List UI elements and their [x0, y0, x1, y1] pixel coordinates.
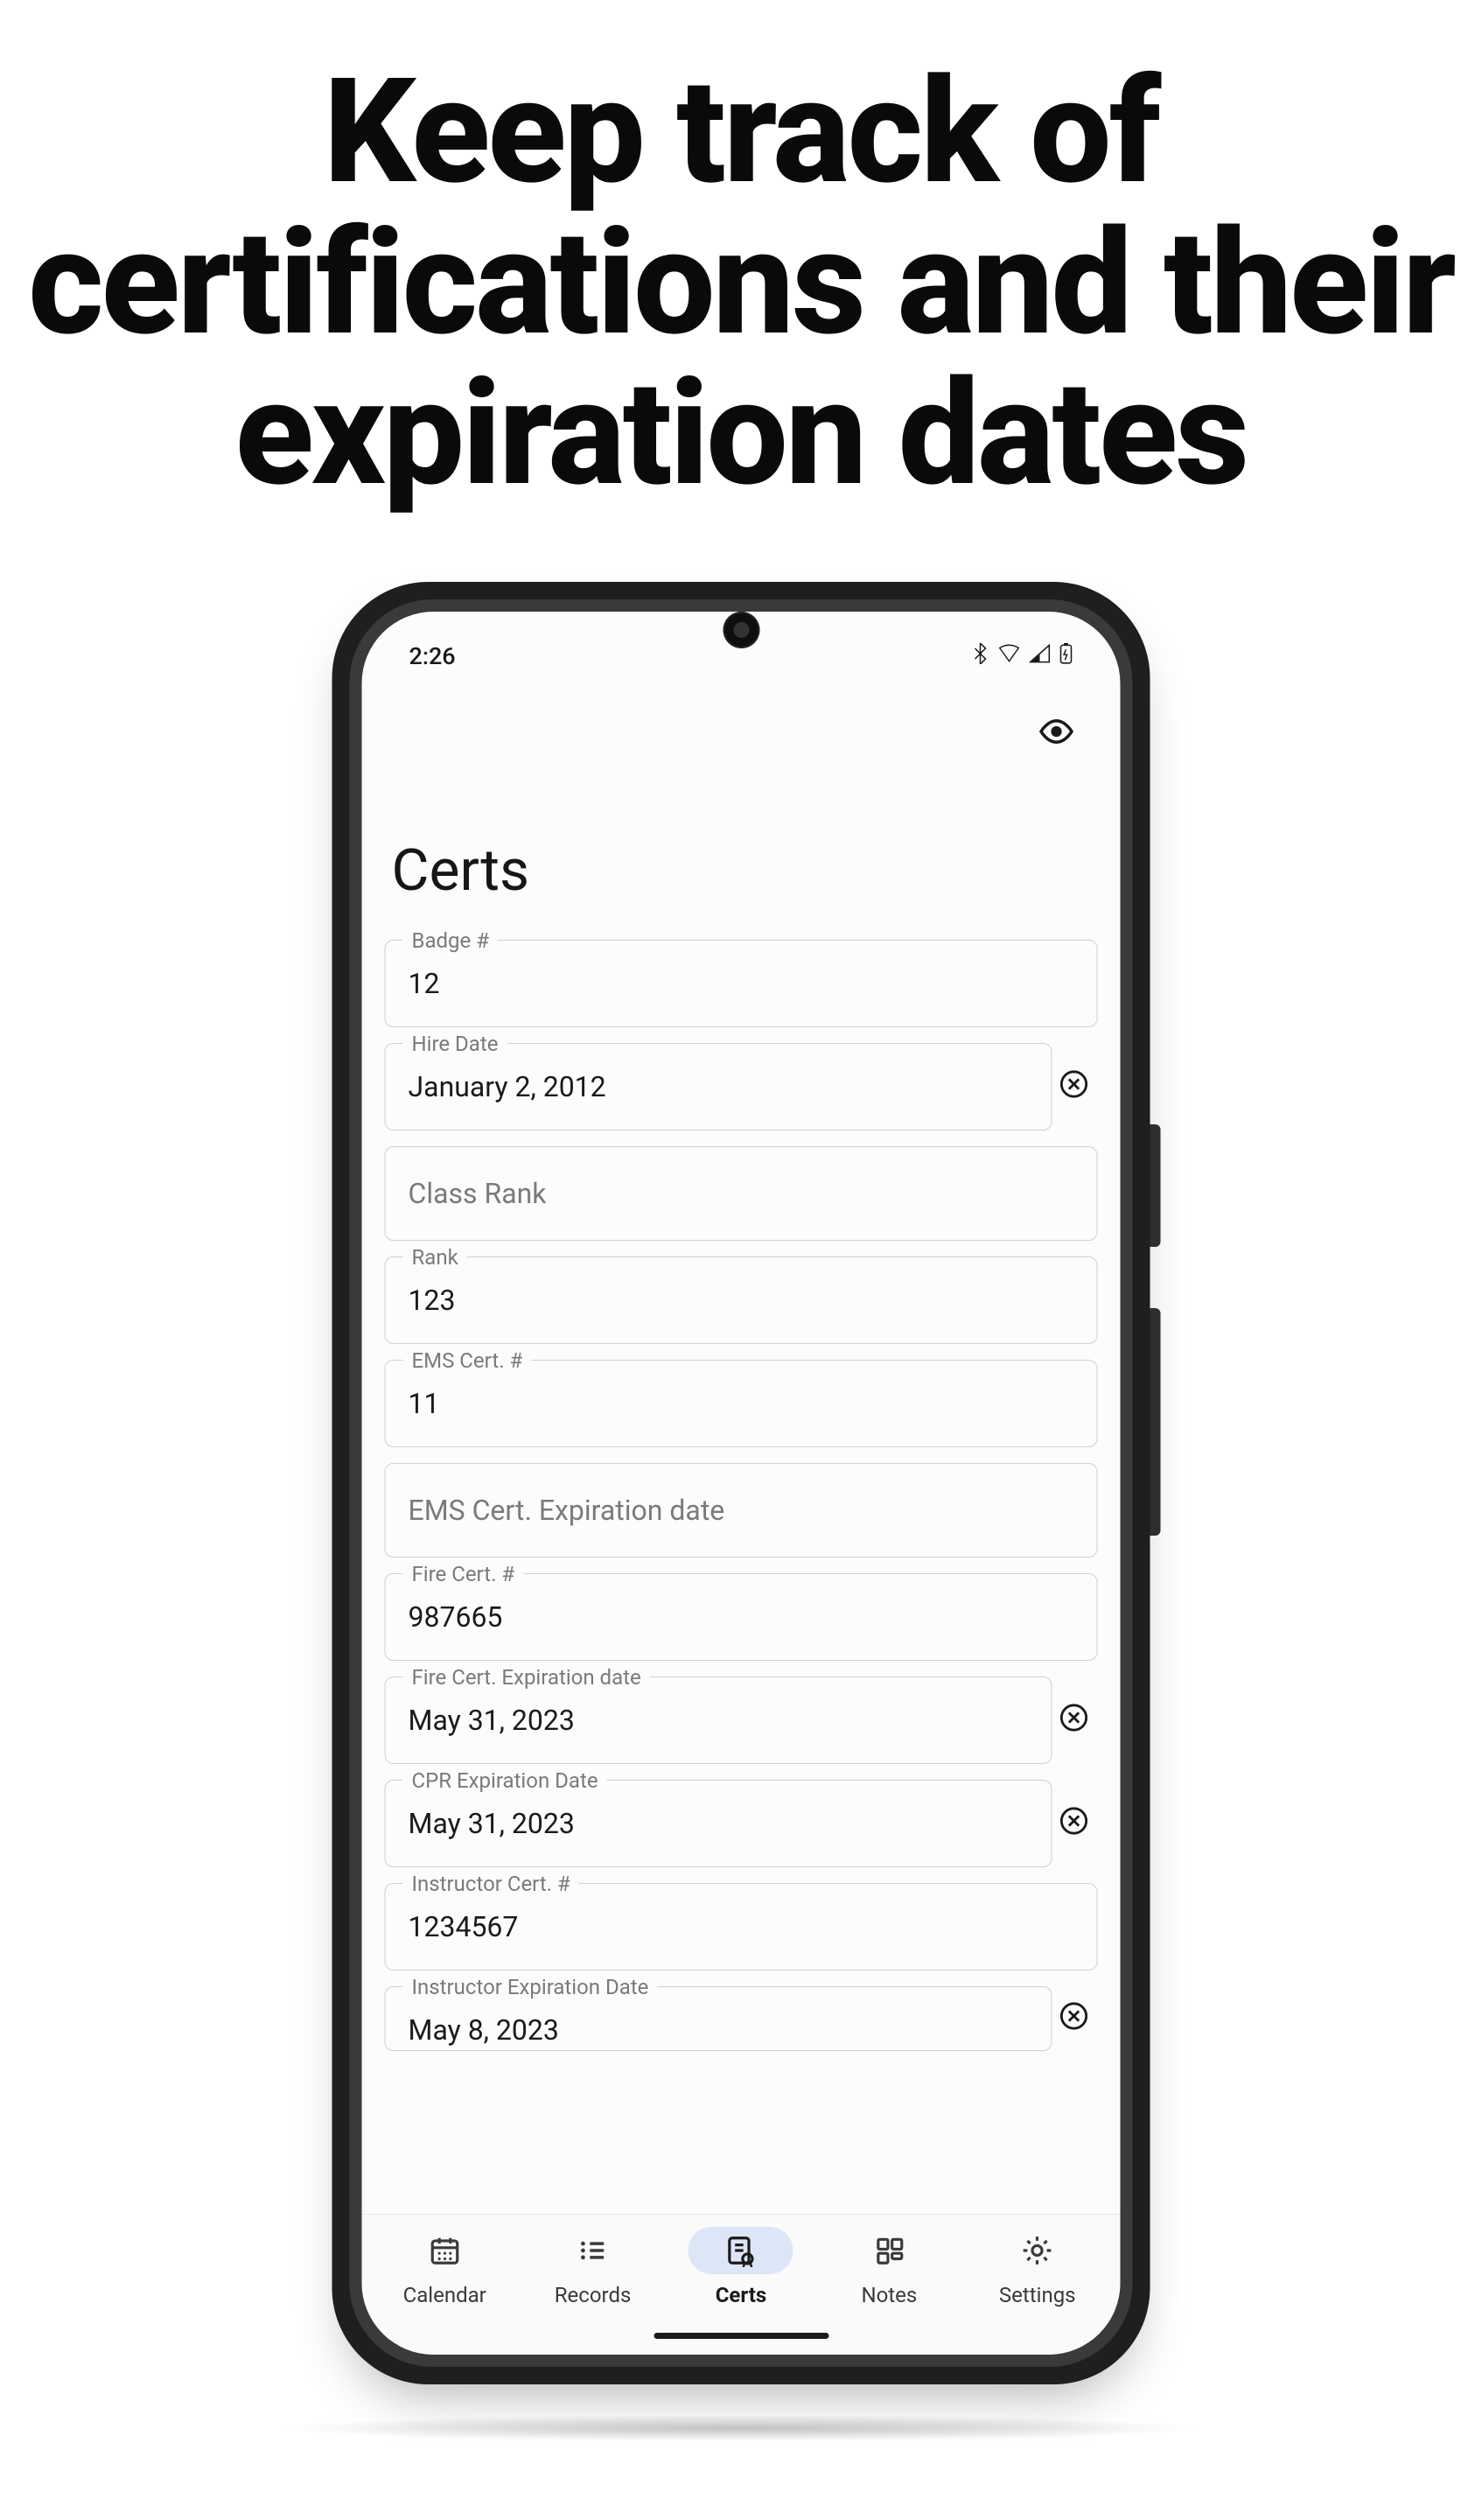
- close-circle-icon: [1059, 1806, 1089, 1836]
- nav-label: Calendar: [403, 2283, 486, 2307]
- gesture-bar[interactable]: [362, 2316, 1121, 2355]
- cpr-expiration-field[interactable]: CPR Expiration Date May 31, 2023: [385, 1780, 1052, 1867]
- nav-label: Certs: [716, 2283, 767, 2307]
- field-value: 12: [409, 967, 1074, 1000]
- fire-cert-expiration-field[interactable]: Fire Cert. Expiration date May 31, 2023: [385, 1676, 1052, 1764]
- field-value: 11: [409, 1387, 1074, 1420]
- promo-headline: Keep track of certifications and their e…: [0, 0, 1482, 510]
- bluetooth-icon: [972, 643, 989, 669]
- wifi-icon: [998, 644, 1021, 668]
- status-icons: [972, 643, 1073, 669]
- clear-instructor-expiration-button[interactable]: [1059, 2001, 1094, 2036]
- nav-records[interactable]: Records: [523, 2227, 663, 2307]
- clear-hire-date-button[interactable]: [1059, 1069, 1094, 1104]
- badge-number-field[interactable]: Badge # 12: [385, 940, 1098, 1027]
- field-placeholder: EMS Cert. Expiration date: [409, 1494, 725, 1527]
- field-value: January 2, 2012: [409, 1070, 1029, 1103]
- eye-icon: [1038, 713, 1075, 750]
- field-label: Fire Cert. Expiration date: [403, 1665, 650, 1690]
- field-value: 123: [409, 1284, 1074, 1317]
- field-placeholder: Class Rank: [409, 1177, 547, 1210]
- phone-shadow: [277, 2415, 1205, 2441]
- battery-icon: [1059, 643, 1073, 669]
- page-title: Certs: [385, 762, 1098, 940]
- field-label: Instructor Cert. #: [403, 1872, 579, 1896]
- nav-calendar[interactable]: Calendar: [374, 2227, 514, 2307]
- nav-settings[interactable]: Settings: [968, 2227, 1108, 2307]
- field-value: May 31, 2023: [409, 1807, 1029, 1840]
- phone-frame: 2:26: [332, 582, 1150, 2384]
- rank-field[interactable]: Rank 123: [385, 1256, 1098, 1344]
- clear-fire-expiration-button[interactable]: [1059, 1703, 1094, 1738]
- certificate-icon: [724, 2234, 758, 2267]
- field-label: EMS Cert. #: [403, 1348, 532, 1373]
- close-circle-icon: [1059, 1703, 1089, 1732]
- calendar-icon: [428, 2234, 461, 2267]
- nav-label: Settings: [999, 2283, 1076, 2307]
- gear-icon: [1021, 2234, 1054, 2267]
- close-circle-icon: [1059, 1069, 1089, 1099]
- nav-certs[interactable]: Certs: [671, 2227, 811, 2307]
- field-label: Hire Date: [403, 1032, 507, 1056]
- class-rank-field[interactable]: Class Rank: [385, 1146, 1098, 1241]
- field-value: 1234567: [409, 1910, 1074, 1943]
- field-label: Instructor Expiration Date: [403, 1975, 658, 1999]
- field-value: May 8, 2023: [409, 2013, 1029, 2047]
- fire-cert-number-field[interactable]: Fire Cert. # 987665: [385, 1573, 1098, 1661]
- list-icon: [577, 2234, 610, 2267]
- visibility-toggle-button[interactable]: [1035, 710, 1079, 753]
- instructor-expiration-field[interactable]: Instructor Expiration Date May 8, 2023: [385, 1986, 1052, 2051]
- status-time: 2:26: [409, 642, 456, 670]
- field-label: Fire Cert. #: [403, 1562, 524, 1586]
- signal-icon: [1030, 644, 1051, 668]
- phone-side-button: [1150, 1124, 1161, 1247]
- field-value: 987665: [409, 1600, 1074, 1634]
- grid-icon: [872, 2234, 905, 2267]
- field-label: CPR Expiration Date: [403, 1768, 607, 1793]
- certs-form: Certs Badge # 12 Hire Date January 2, 20…: [362, 762, 1121, 2214]
- phone-camera: [723, 612, 759, 648]
- nav-label: Records: [555, 2283, 632, 2307]
- field-label: Rank: [403, 1245, 467, 1270]
- close-circle-icon: [1059, 2001, 1089, 2031]
- bottom-nav: Calendar Records Certs: [362, 2214, 1121, 2316]
- nav-notes[interactable]: Notes: [819, 2227, 959, 2307]
- ems-cert-expiration-field[interactable]: EMS Cert. Expiration date: [385, 1463, 1098, 1558]
- clear-cpr-expiration-button[interactable]: [1059, 1806, 1094, 1841]
- field-label: Badge #: [403, 928, 498, 953]
- ems-cert-number-field[interactable]: EMS Cert. # 11: [385, 1360, 1098, 1447]
- phone-side-button: [1150, 1308, 1161, 1536]
- instructor-cert-number-field[interactable]: Instructor Cert. # 1234567: [385, 1883, 1098, 1970]
- field-value: May 31, 2023: [409, 1704, 1029, 1737]
- hire-date-field[interactable]: Hire Date January 2, 2012: [385, 1043, 1052, 1130]
- nav-label: Notes: [861, 2283, 917, 2307]
